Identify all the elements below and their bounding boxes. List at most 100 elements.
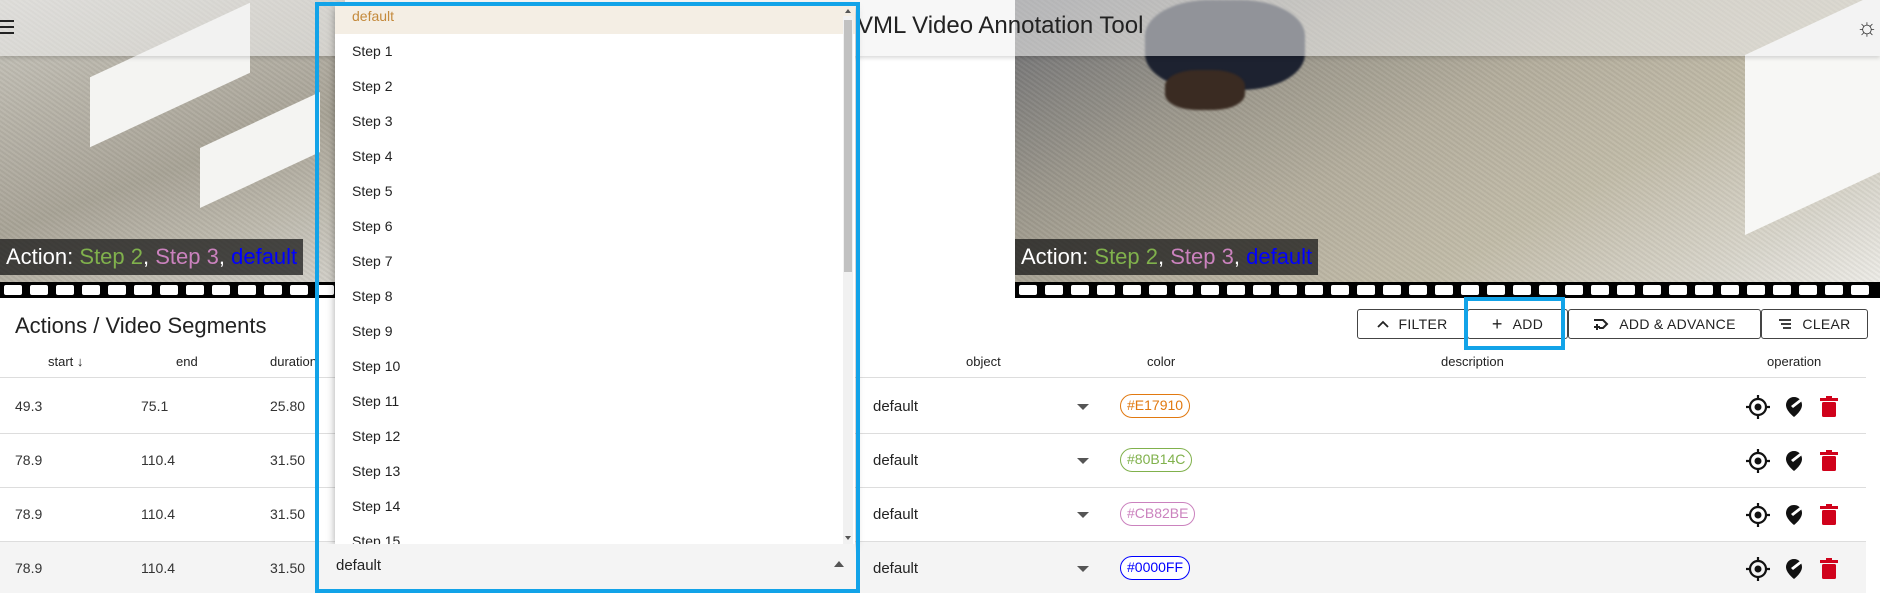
header-end[interactable]: end [176,354,198,369]
film-frame[interactable] [1617,285,1635,295]
film-frame[interactable] [30,285,48,295]
film-frame[interactable] [1227,285,1245,295]
film-frame[interactable] [290,285,308,295]
dropdown-option[interactable]: Step 10 [335,349,855,384]
edit-icon[interactable] [1781,502,1807,528]
film-frame[interactable] [1175,285,1193,295]
crosshair-icon[interactable] [1745,502,1771,528]
film-frame[interactable] [1461,285,1479,295]
film-frame[interactable] [1305,285,1323,295]
film-frame[interactable] [134,285,152,295]
trash-icon[interactable] [1816,556,1842,582]
trash-icon[interactable] [1816,394,1842,420]
dropdown-option[interactable]: Step 7 [335,244,855,279]
crosshair-icon[interactable] [1745,394,1771,420]
film-frame[interactable] [238,285,256,295]
edit-icon[interactable] [1781,448,1807,474]
action-dropdown-menu[interactable]: default Step 1 Step 2 Step 3 Step 4 Step 5 Ste… [335,6,855,544]
film-frame[interactable] [1045,285,1063,295]
dropdown-option[interactable]: Step 14 [335,489,855,524]
filter-button[interactable]: Filter [1357,309,1467,339]
table-row[interactable]: 49.3 75.1 25.80 default #E17910 [0,380,1866,434]
scroll-down-icon[interactable] [845,536,851,540]
header-description[interactable]: description [1441,354,1504,369]
trash-icon[interactable] [1816,448,1842,474]
header-start[interactable]: start ↓ [48,354,83,369]
action-select[interactable]: default [321,544,855,588]
film-frame[interactable] [1071,285,1089,295]
film-frame[interactable] [1695,285,1713,295]
film-frame[interactable] [1409,285,1427,295]
film-frame[interactable] [56,285,74,295]
add-button[interactable]: + Add [1467,309,1568,339]
film-frame[interactable] [1513,285,1531,295]
film-frame[interactable] [186,285,204,295]
dropdown-scroll-thumb[interactable] [844,20,852,272]
header-color[interactable]: color [1147,354,1175,369]
film-frame[interactable] [1825,285,1843,295]
film-frame[interactable] [1643,285,1661,295]
film-frame[interactable] [1539,285,1557,295]
film-frame[interactable] [1591,285,1609,295]
object-select[interactable]: default [873,560,918,577]
film-frame[interactable] [1487,285,1505,295]
scroll-up-icon[interactable] [845,9,851,13]
dropdown-option[interactable]: Step 15 [335,524,855,544]
dropdown-option[interactable]: default [335,6,855,34]
edit-icon[interactable] [1781,556,1807,582]
color-chip[interactable]: #CB82BE [1120,502,1196,526]
film-frame[interactable] [1253,285,1271,295]
table-row[interactable]: 78.9 110.4 31.50 default #CB82BE [0,488,1866,542]
color-chip[interactable]: #0000FF [1120,556,1191,580]
film-frame[interactable] [1331,285,1349,295]
dropdown-option[interactable]: Step 6 [335,209,855,244]
film-frame[interactable] [1279,285,1297,295]
dropdown-option[interactable]: Step 3 [335,104,855,139]
film-frame[interactable] [1565,285,1583,295]
dropdown-option[interactable]: Step 12 [335,419,855,454]
dropdown-scrollbar[interactable] [843,16,853,544]
header-duration[interactable]: duration [270,354,317,369]
object-select[interactable]: default [873,398,918,415]
dropdown-option[interactable]: Step 11 [335,384,855,419]
film-frame[interactable] [1201,285,1219,295]
brightness-icon[interactable]: ☼ [1856,14,1878,42]
right-film-strip[interactable] [1015,282,1880,298]
caret-up-icon[interactable] [834,561,844,567]
dropdown-option[interactable]: Step 4 [335,139,855,174]
color-chip[interactable]: #E17910 [1120,394,1191,418]
film-frame[interactable] [212,285,230,295]
object-select[interactable]: default [873,506,918,523]
add-advance-button[interactable]: Add & Advance [1568,309,1761,339]
film-frame[interactable] [4,285,22,295]
menu-icon[interactable] [0,16,16,38]
film-frame[interactable] [316,285,334,295]
table-row[interactable]: 78.9 110.4 31.50 default #80B14C [0,434,1866,488]
film-frame[interactable] [1747,285,1765,295]
film-frame[interactable] [264,285,282,295]
caret-down-icon[interactable] [1077,512,1089,518]
caret-down-icon[interactable] [1077,404,1089,410]
crosshair-icon[interactable] [1745,448,1771,474]
trash-icon[interactable] [1816,502,1842,528]
film-frame[interactable] [1019,285,1037,295]
left-film-strip[interactable] [0,282,345,298]
caret-down-icon[interactable] [1077,566,1089,572]
crosshair-icon[interactable] [1745,556,1771,582]
film-frame[interactable] [1721,285,1739,295]
film-frame[interactable] [1435,285,1453,295]
film-frame[interactable] [1851,285,1869,295]
film-frame[interactable] [1357,285,1375,295]
dropdown-option[interactable]: Step 5 [335,174,855,209]
film-frame[interactable] [1123,285,1141,295]
dropdown-option[interactable]: Step 9 [335,314,855,349]
film-frame[interactable] [1149,285,1167,295]
table-row[interactable]: 78.9 110.4 31.50 default #0000FF [0,542,1866,593]
caret-down-icon[interactable] [1077,458,1089,464]
film-frame[interactable] [160,285,178,295]
film-frame[interactable] [1383,285,1401,295]
dropdown-option[interactable]: Step 1 [335,34,855,69]
object-select[interactable]: default [873,452,918,469]
film-frame[interactable] [82,285,100,295]
film-frame[interactable] [1773,285,1791,295]
